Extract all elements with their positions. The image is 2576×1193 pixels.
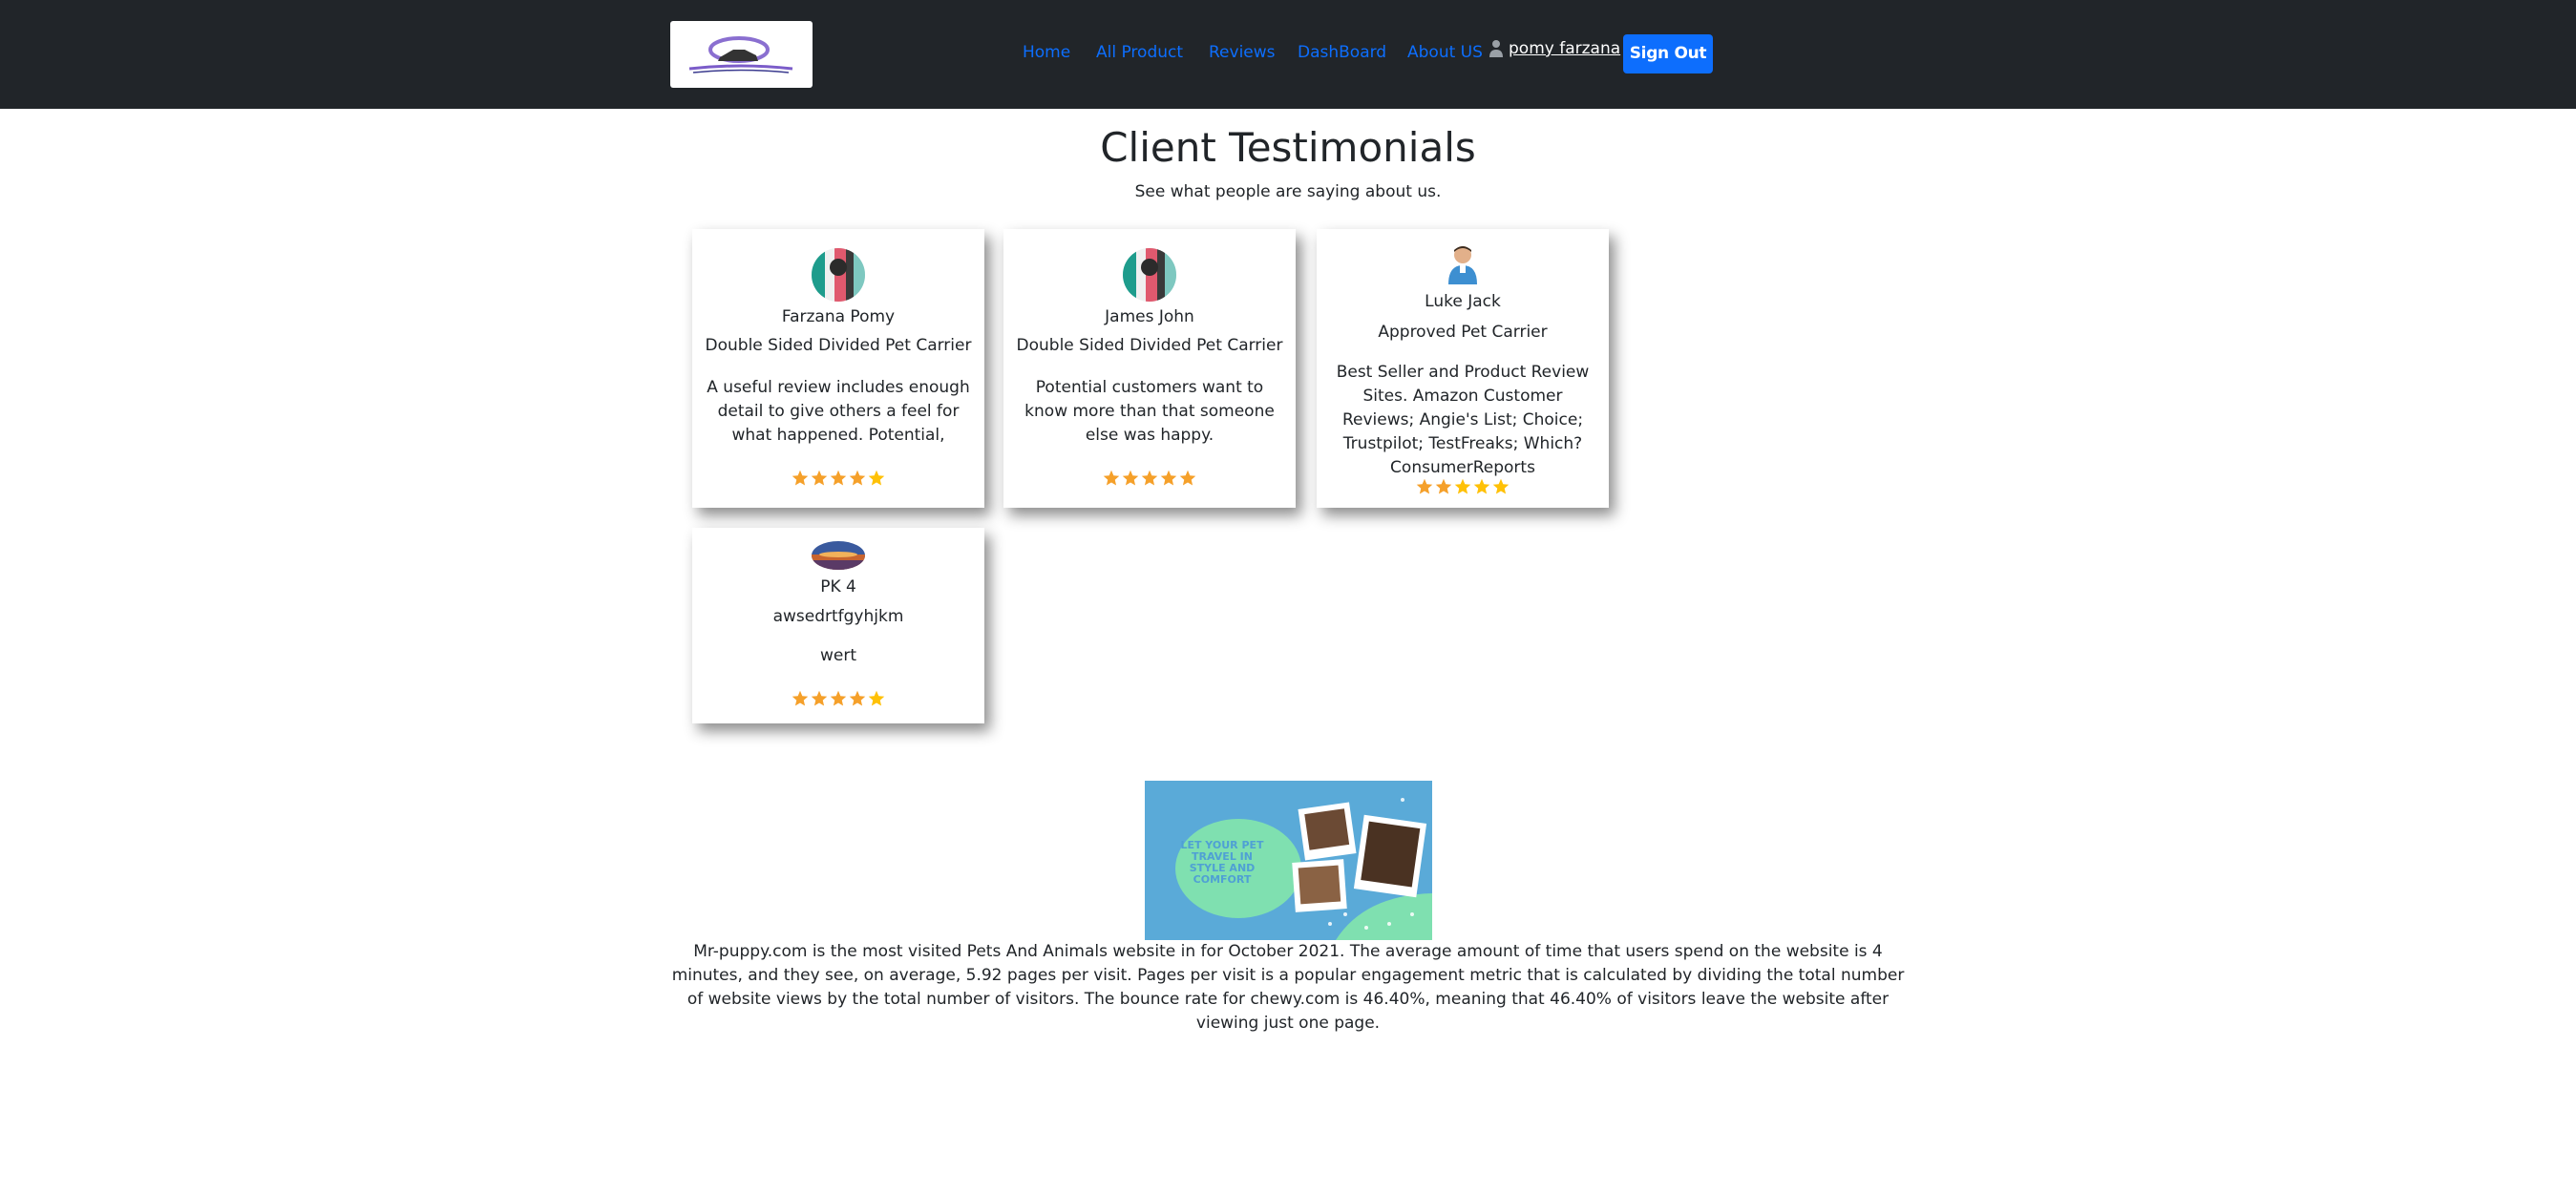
reviewer-name: James John [1105, 307, 1194, 326]
product-name: Double Sided Divided Pet Carrier [705, 336, 972, 355]
star-icon [1454, 478, 1471, 494]
star-rating [692, 470, 984, 487]
review-text: Best Seller and Product Review Sites. Am… [1336, 363, 1590, 477]
sign-out-button[interactable]: Sign Out [1623, 34, 1713, 73]
page-title: Client Testimonials [1100, 124, 1476, 171]
user-menu[interactable]: pomy farzana [1489, 38, 1620, 59]
star-icon [1473, 478, 1490, 494]
review-text: A useful review includes enough detail t… [707, 378, 970, 445]
testimonial-card: Luke Jack Approved Pet Carrier Best Sell… [1317, 229, 1609, 508]
about-paragraph: Mr-puppy.com is the most visited Pets An… [671, 942, 1905, 1033]
product-name: Double Sided Divided Pet Carrier [1016, 336, 1283, 355]
review-text: wert [819, 646, 857, 665]
reviewer-name: PK 4 [820, 577, 856, 596]
product-name: awsedrtfgyhjkm [772, 607, 904, 626]
star-icon [849, 470, 866, 486]
nav-home[interactable]: Home [1023, 42, 1070, 63]
user-name[interactable]: pomy farzana [1509, 38, 1620, 59]
promo-text: LET YOUR PET TRAVEL IN STYLE AND COMFORT [1180, 839, 1264, 886]
star-icon [830, 470, 847, 486]
star-icon [1492, 478, 1510, 494]
star-icon [1416, 478, 1433, 494]
page-subtitle: See what people are saying about us. [1134, 182, 1442, 201]
reviewer-name: Luke Jack [1425, 292, 1501, 311]
avatar [812, 541, 865, 570]
promo-banner: LET YOUR PET TRAVEL IN STYLE AND COMFORT [1145, 781, 1432, 940]
site-logo[interactable] [670, 21, 813, 88]
star-icon [1435, 478, 1452, 494]
testimonial-card: PK 4 awsedrtfgyhjkm wert [692, 528, 984, 723]
testimonial-card: James John Double Sided Divided Pet Carr… [1003, 229, 1296, 508]
star-icon [792, 690, 809, 706]
person-icon [1489, 40, 1503, 57]
star-icon [811, 470, 828, 486]
star-rating [1003, 470, 1296, 487]
star-icon [1141, 470, 1158, 486]
star-rating [1317, 478, 1609, 495]
reviewer-name: Farzana Pomy [781, 307, 896, 326]
nav-all-product[interactable]: All Product [1096, 42, 1183, 63]
star-icon [849, 690, 866, 706]
star-icon [811, 690, 828, 706]
star-icon [830, 690, 847, 706]
star-icon [868, 470, 885, 486]
avatar [1123, 248, 1176, 302]
nav-dashboard[interactable]: DashBoard [1298, 42, 1386, 63]
star-icon [792, 470, 809, 486]
navbar: Home All Product Reviews DashBoard About… [0, 0, 2576, 109]
product-name: Approved Pet Carrier [1378, 323, 1548, 342]
logo-image [688, 36, 793, 73]
review-text: Potential customers want to know more th… [1024, 378, 1275, 445]
star-icon [1103, 470, 1120, 486]
star-icon [1160, 470, 1177, 486]
star-icon [1179, 470, 1196, 486]
star-icon [868, 690, 885, 706]
star-icon [1122, 470, 1139, 486]
nav-about-us[interactable]: About US [1407, 42, 1483, 63]
star-rating [692, 690, 984, 707]
nav-reviews[interactable]: Reviews [1209, 42, 1276, 63]
testimonial-card: Farzana Pomy Double Sided Divided Pet Ca… [692, 229, 984, 508]
avatar [1446, 244, 1480, 284]
avatar [812, 248, 865, 302]
